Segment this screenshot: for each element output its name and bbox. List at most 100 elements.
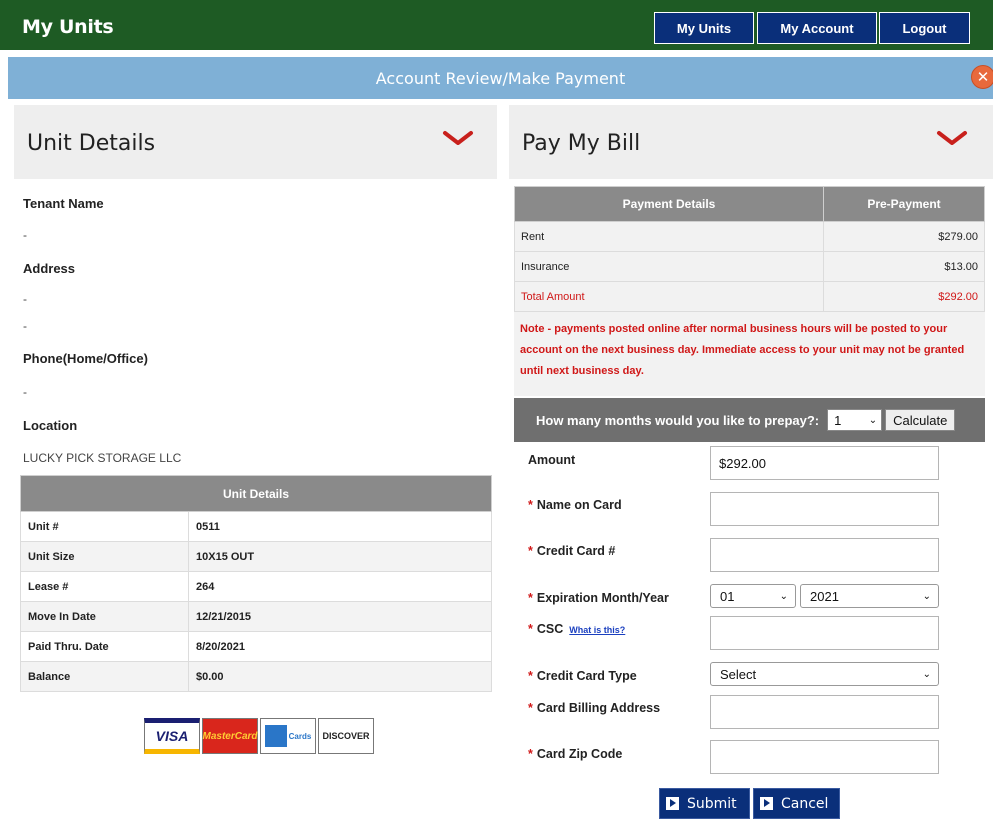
balance-label: Balance — [20, 661, 189, 692]
app-title: My Units — [22, 16, 114, 38]
prepay-bar: How many months would you like to prepay… — [514, 398, 985, 442]
table-row: Unit #0511 — [20, 511, 492, 542]
credit-card-number-label-text: Credit Card # — [536, 544, 616, 558]
table-row: Insurance $13.00 — [514, 251, 985, 282]
expiration-label-text: Expiration Month/Year — [536, 591, 669, 605]
csc-field[interactable] — [710, 616, 939, 650]
billing-address-field[interactable] — [710, 695, 939, 729]
table-row: Total Amount $292.00 — [514, 281, 985, 312]
expiration-month-value: 01 — [720, 588, 735, 604]
accepted-cards: VISA MasterCard Cards DISCOVER — [144, 718, 374, 754]
zip-code-label-text: Card Zip Code — [536, 747, 623, 761]
table-row: Rent $279.00 — [514, 221, 985, 252]
prepay-label: How many months would you like to prepay… — [536, 412, 820, 428]
chevron-down-icon: ⌄ — [922, 668, 931, 680]
csc-label-text: CSC — [536, 622, 564, 636]
unit-size-label: Unit Size — [20, 541, 189, 572]
paid-thru-date-label: Paid Thru. Date — [20, 631, 189, 662]
calculate-button[interactable]: Calculate — [885, 409, 956, 431]
unit-details-panel-header[interactable]: Unit Details — [14, 105, 497, 179]
table-row: Move In Date 12/21/2015 — [20, 601, 492, 632]
insurance-label: Insurance — [514, 251, 824, 282]
zip-code-field[interactable] — [710, 740, 939, 774]
expiration-label: * Expiration Month/Year — [528, 591, 669, 605]
table-row: Paid Thru. Date 8/20/2021 — [20, 631, 492, 662]
total-amount-value: $292.00 — [823, 281, 985, 312]
unit-size-value: 10X15 OUT — [188, 541, 492, 572]
table-row: Unit Size 10X15 OUT — [20, 541, 492, 572]
required-mark: * — [528, 669, 533, 683]
prepay-months-value: 1 — [834, 412, 842, 428]
tenant-name-value: - — [23, 228, 27, 242]
required-mark: * — [528, 591, 533, 605]
nav-my-units-button[interactable]: My Units — [654, 12, 754, 44]
table-row: Balance $0.00 — [20, 661, 492, 692]
expiration-month-select[interactable]: 01 ⌄ — [710, 584, 796, 608]
chevron-down-icon: ⌄ — [868, 414, 878, 426]
balance-value: $0.00 — [188, 661, 492, 692]
credit-card-type-select[interactable]: Select ⌄ — [710, 662, 939, 686]
amount-field[interactable]: $292.00 — [710, 446, 939, 480]
insurance-amount: $13.00 — [823, 251, 985, 282]
unit-number-value: 0511 — [188, 511, 492, 542]
rent-amount: $279.00 — [823, 221, 985, 252]
credit-card-type-label: * Credit Card Type — [528, 669, 637, 683]
paid-thru-date-value: 8/20/2021 — [188, 631, 492, 662]
amex-logo-text: Cards — [288, 731, 312, 741]
play-icon — [666, 797, 679, 810]
move-in-date-value: 12/21/2015 — [188, 601, 492, 632]
nav-logout-button[interactable]: Logout — [879, 12, 970, 44]
lease-number-value: 264 — [188, 571, 492, 602]
required-mark: * — [528, 622, 533, 636]
prepay-months-select[interactable]: 1 ⌄ — [827, 409, 883, 431]
discover-logo: DISCOVER — [318, 718, 374, 754]
zip-code-label: * Card Zip Code — [528, 747, 622, 761]
phone-value: - — [23, 385, 27, 399]
what-is-this-link[interactable]: What is this? — [569, 625, 625, 635]
expiration-year-select[interactable]: 2021 ⌄ — [800, 584, 939, 608]
submit-button[interactable]: Submit — [659, 788, 750, 819]
close-icon[interactable]: ✕ — [971, 65, 993, 89]
mastercard-logo: MasterCard — [202, 718, 258, 754]
amex-logo: Cards — [260, 718, 316, 754]
chevron-down-icon[interactable] — [442, 129, 474, 147]
page-banner: Account Review/Make Payment ✕ — [8, 57, 993, 99]
unit-number-label: Unit # — [20, 511, 189, 542]
visa-logo: VISA — [144, 718, 200, 754]
credit-card-type-label-text: Credit Card Type — [536, 669, 637, 683]
phone-label: Phone(Home/Office) — [23, 351, 148, 366]
address-line-1: - — [23, 292, 27, 306]
credit-card-number-label: * Credit Card # — [528, 544, 615, 558]
chevron-down-icon: ⌄ — [922, 590, 931, 602]
unit-details-table-header: Unit Details — [20, 475, 492, 512]
location-value: LUCKY PICK STORAGE LLC — [23, 451, 182, 465]
expiration-year-value: 2021 — [810, 588, 839, 604]
csc-label: * CSC What is this? — [528, 622, 625, 636]
required-mark: * — [528, 701, 533, 715]
pay-my-bill-panel-header[interactable]: Pay My Bill — [509, 105, 993, 179]
chevron-down-icon[interactable] — [936, 129, 968, 147]
unit-details-table: Unit Details Unit #0511 Unit Size 10X15 O… — [20, 475, 492, 692]
rent-label: Rent — [514, 221, 824, 252]
credit-card-type-value: Select — [720, 666, 757, 682]
billing-address-label-text: Card Billing Address — [536, 701, 661, 715]
name-on-card-label-text: Name on Card — [536, 498, 622, 512]
credit-card-number-field[interactable] — [710, 538, 939, 572]
cancel-button[interactable]: Cancel — [753, 788, 840, 819]
location-label: Location — [23, 418, 78, 433]
billing-address-label: * Card Billing Address — [528, 701, 660, 715]
cancel-label: Cancel — [781, 795, 829, 812]
submit-label: Submit — [687, 795, 737, 812]
payment-details-header: Payment Details — [514, 186, 824, 222]
payment-note: Note - payments posted online after norm… — [514, 312, 985, 396]
banner-title: Account Review/Make Payment — [375, 68, 626, 88]
chevron-down-icon: ⌄ — [779, 590, 788, 602]
nav-my-account-button[interactable]: My Account — [757, 12, 877, 44]
address-line-2: - — [23, 319, 27, 333]
table-row: Lease #264 — [20, 571, 492, 602]
amount-label: Amount — [528, 453, 576, 467]
payment-details-table: Payment Details Pre-Payment Rent $279.00 … — [514, 186, 985, 312]
name-on-card-label: * Name on Card — [528, 498, 622, 512]
total-amount-label: Total Amount — [514, 281, 824, 312]
name-on-card-field[interactable] — [710, 492, 939, 526]
